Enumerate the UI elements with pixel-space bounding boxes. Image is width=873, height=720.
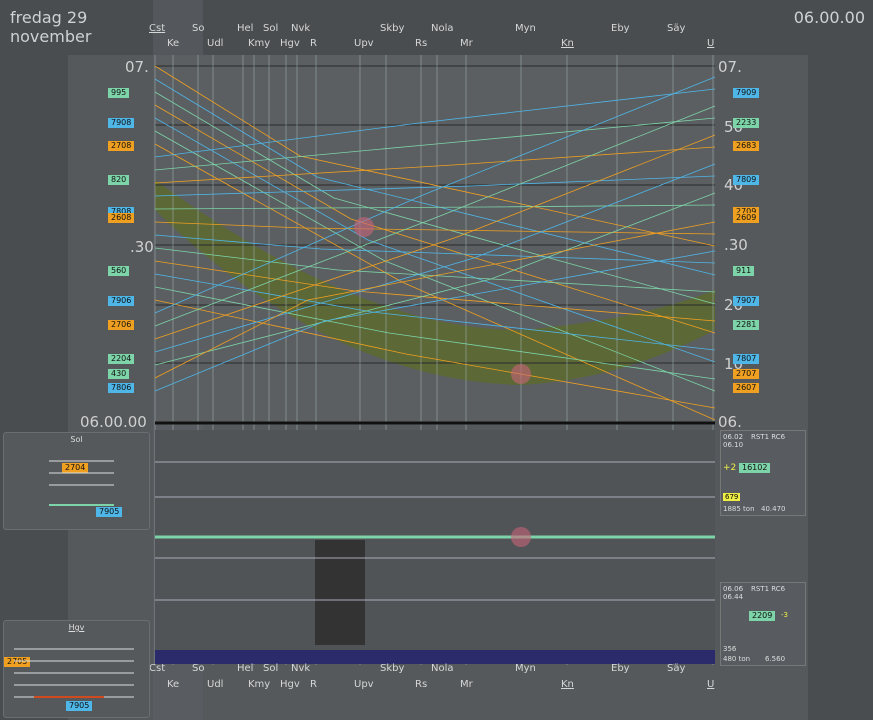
info-distance: 40.470 [761, 505, 786, 513]
station-nvk[interactable]: Nvk [291, 663, 310, 674]
station-cst[interactable]: Cst [149, 663, 165, 674]
station-cst[interactable]: Cst [149, 23, 165, 34]
station-so[interactable]: So [192, 663, 204, 674]
station-nvk[interactable]: Nvk [291, 23, 310, 34]
station-kn[interactable]: Kn [561, 38, 574, 49]
panel-schematic [14, 648, 134, 698]
train-tag[interactable]: 2281 [733, 320, 760, 330]
train-tag[interactable]: 7809 [733, 175, 760, 185]
station-nola[interactable]: Nola [431, 23, 454, 34]
train-tag[interactable]: 911 [733, 266, 755, 276]
train-tag[interactable]: 7907 [733, 296, 760, 306]
train-tag[interactable]: 7806 [108, 383, 135, 393]
info-train-num: 16102 [739, 463, 771, 473]
station-mr[interactable]: Mr [460, 679, 473, 690]
train-tag[interactable]: 2683 [733, 141, 760, 151]
station-sol[interactable]: Sol [263, 663, 278, 674]
panel-schematic [49, 460, 114, 506]
time-label-30: .30 [130, 238, 154, 256]
station-r[interactable]: R [310, 38, 317, 49]
station-u[interactable]: U [707, 679, 714, 690]
station-hel[interactable]: Hel [237, 23, 253, 34]
station-u[interactable]: U [707, 38, 714, 49]
station-udl[interactable]: Udl [207, 38, 223, 49]
info-delay: +2 [723, 463, 737, 473]
station-mr[interactable]: Mr [460, 38, 473, 49]
train-tag[interactable]: 2204 [108, 354, 135, 364]
info-delay: -3 [781, 611, 788, 619]
train-tag[interactable]: 2608 [108, 213, 135, 223]
station-ke[interactable]: Ke [167, 38, 179, 49]
station-rs[interactable]: Rs [415, 679, 427, 690]
station-hgv[interactable]: Hgv [280, 38, 300, 49]
station-säy[interactable]: Säy [667, 663, 685, 674]
train-tag[interactable]: 820 [108, 175, 130, 185]
station-kn[interactable]: Kn [561, 679, 574, 690]
station-upv[interactable]: Upv [354, 38, 374, 49]
train-tag[interactable]: 2708 [108, 141, 135, 151]
station-upv[interactable]: Upv [354, 679, 374, 690]
info-weight: 1885 ton [723, 505, 755, 513]
station-panel-hgv[interactable]: Hgv 2705 7905 [3, 620, 150, 718]
station-hel[interactable]: Hel [237, 663, 253, 674]
station-myn[interactable]: Myn [515, 23, 536, 34]
info-route: RST1 RC6 [751, 433, 786, 441]
station-nola[interactable]: Nola [431, 663, 454, 674]
train-tag[interactable]: 2609 [733, 213, 760, 223]
station-udl[interactable]: Udl [207, 679, 223, 690]
train-tag[interactable]: 2706 [108, 320, 135, 330]
station-skby[interactable]: Skby [380, 23, 404, 34]
time-label-06-right: 06. [718, 413, 742, 431]
station-sol[interactable]: Sol [263, 23, 278, 34]
time-label-07-right: 07. [718, 58, 742, 76]
station-ke[interactable]: Ke [167, 679, 179, 690]
time-label-30-right: .30 [724, 236, 748, 254]
train-tag[interactable]: 995 [108, 88, 130, 98]
train-tag[interactable]: 7909 [733, 88, 760, 98]
station-skby[interactable]: Skby [380, 663, 404, 674]
info-train-num: 2209 [749, 611, 776, 621]
station-eby[interactable]: Eby [611, 663, 630, 674]
train-tag[interactable]: 2233 [733, 118, 760, 128]
station-so[interactable]: So [192, 23, 204, 34]
train-tag[interactable]: 7807 [733, 354, 760, 364]
station-eby[interactable]: Eby [611, 23, 630, 34]
station-hgv[interactable]: Hgv [280, 679, 300, 690]
time-label-07: 07. [125, 58, 149, 76]
train-info-box-16102[interactable]: 06.02 06.10 RST1 RC6 +2 16102 679 1885 to… [720, 430, 806, 516]
train-tag[interactable]: 2607 [733, 383, 760, 393]
station-r[interactable]: R [310, 679, 317, 690]
station-kmy[interactable]: Kmy [248, 679, 270, 690]
train-tag[interactable]: 7908 [108, 118, 135, 128]
train-tag[interactable]: 2707 [733, 369, 760, 379]
time-label-0600: 06.00.00 [80, 413, 147, 431]
train-tag[interactable]: 430 [108, 369, 130, 379]
train-tag[interactable]: 7906 [108, 296, 135, 306]
info-length: 356 [723, 645, 737, 653]
info-weight: 480 ton [723, 655, 751, 663]
station-säy[interactable]: Säy [667, 23, 685, 34]
info-route: RST1 RC6 [751, 585, 786, 593]
info-length: 679 [723, 493, 741, 501]
info-distance: 6.560 [765, 655, 786, 663]
train-info-box-2209[interactable]: 06.06 06.44 RST1 RC6 2209 -3 356 480 ton … [720, 582, 806, 666]
train-tag[interactable]: 560 [108, 266, 130, 276]
station-kmy[interactable]: Kmy [248, 38, 270, 49]
station-myn[interactable]: Myn [515, 663, 536, 674]
station-rs[interactable]: Rs [415, 38, 427, 49]
station-panel-sol[interactable]: Sol 2704 7905 [3, 432, 150, 530]
